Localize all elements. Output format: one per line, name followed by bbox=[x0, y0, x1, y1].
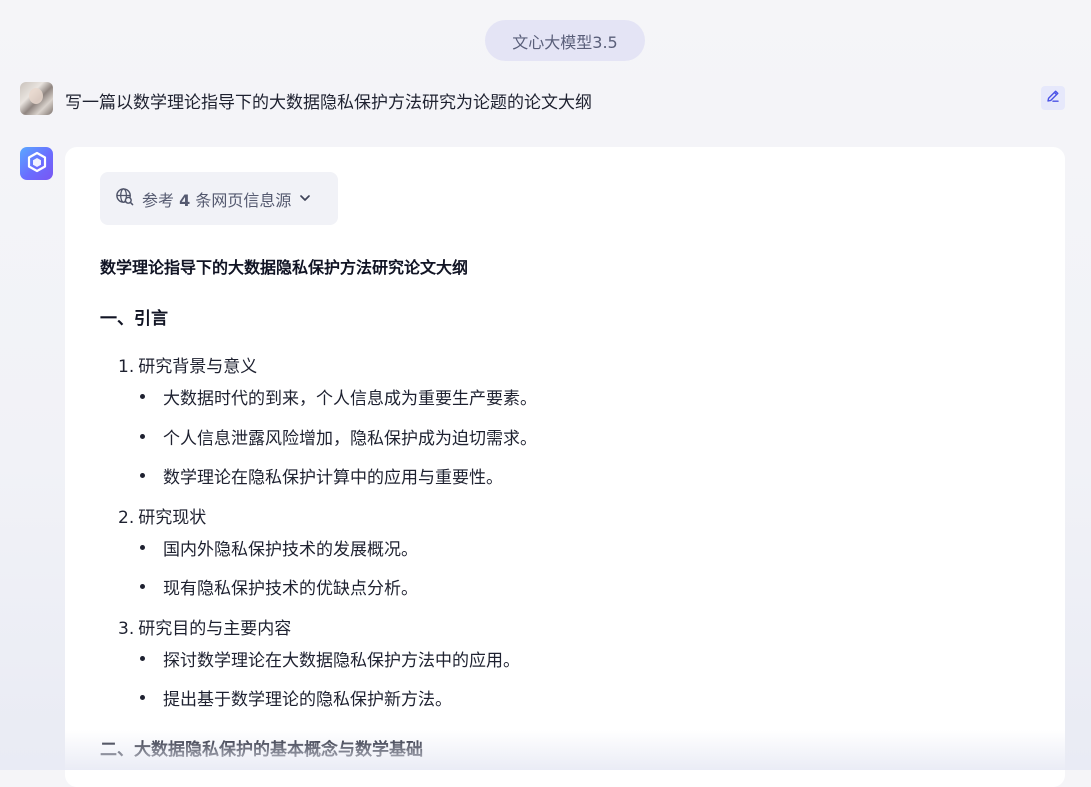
item-number: 2. bbox=[118, 508, 135, 528]
chevron-down-icon bbox=[299, 189, 311, 208]
sources-label: 参考 4 条网页信息源 bbox=[142, 187, 291, 211]
bullet-text: 大数据时代的到来，个人信息成为重要生产要素。 bbox=[163, 389, 537, 409]
sources-prefix: 参考 bbox=[142, 190, 175, 210]
bot-avatar bbox=[20, 147, 53, 180]
section-heading: 一、引言 bbox=[100, 309, 168, 329]
sources-toggle-button[interactable]: 参考 4 条网页信息源 bbox=[100, 172, 338, 225]
sources-count: 4 bbox=[179, 190, 191, 210]
list-item: 大数据时代的到来，个人信息成为重要生产要素。 bbox=[140, 384, 537, 409]
answer-title: 数学理论指导下的大数据隐私保护方法研究论文大纲 bbox=[100, 258, 469, 277]
list-item: 现有隐私保护技术的优缺点分析。 bbox=[140, 574, 418, 599]
bullet-text: 提出基于数学理论的隐私保护新方法。 bbox=[163, 690, 452, 710]
model-selector-label: 文心大模型3.5 bbox=[512, 32, 618, 52]
item-number: 3. bbox=[118, 619, 135, 639]
sources-suffix: 条网页信息源 bbox=[195, 190, 292, 210]
list-item: 数学理论在隐私保护计算中的应用与重要性。 bbox=[140, 463, 503, 488]
item-label: 研究背景与意义 bbox=[138, 357, 258, 377]
bullet-text: 探讨数学理论在大数据隐私保护方法中的应用。 bbox=[163, 651, 520, 671]
bullet-text: 数学理论在隐私保护计算中的应用与重要性。 bbox=[163, 468, 503, 488]
answer-card: 参考 4 条网页信息源 数学理论指导下的大数据隐私保护方法研究论文大纲 一、引言… bbox=[65, 147, 1065, 787]
list-item: 提出基于数学理论的隐私保护新方法。 bbox=[140, 685, 452, 710]
section-heading: 二、大数据隐私保护的基本概念与数学基础 bbox=[100, 740, 423, 760]
list-item: 个人信息泄露风险增加，隐私保护成为迫切需求。 bbox=[140, 424, 537, 449]
user-avatar bbox=[20, 82, 53, 115]
item-number: 1. bbox=[118, 357, 135, 377]
user-message-row: 写一篇以数学理论指导下的大数据隐私保护方法研究为论题的论文大纲 bbox=[20, 82, 1065, 116]
list-item: 探讨数学理论在大数据隐私保护方法中的应用。 bbox=[140, 646, 520, 671]
globe-search-icon bbox=[115, 187, 134, 210]
numbered-item: 2. 研究现状 bbox=[118, 503, 206, 528]
bullet-text: 国内外隐私保护技术的发展概况。 bbox=[163, 540, 418, 560]
edit-message-button[interactable] bbox=[1041, 86, 1065, 110]
user-question-text: 写一篇以数学理论指导下的大数据隐私保护方法研究为论题的论文大纲 bbox=[65, 93, 592, 113]
item-label: 研究现状 bbox=[138, 508, 207, 528]
ernie-bot-logo-icon bbox=[26, 151, 48, 177]
model-selector[interactable]: 文心大模型3.5 bbox=[485, 20, 645, 61]
numbered-item: 1. 研究背景与意义 bbox=[118, 352, 257, 377]
numbered-item: 3. 研究目的与主要内容 bbox=[118, 614, 291, 639]
list-item: 国内外隐私保护技术的发展概况。 bbox=[140, 535, 418, 560]
bullet-text: 个人信息泄露风险增加，隐私保护成为迫切需求。 bbox=[163, 429, 537, 449]
bullet-text: 现有隐私保护技术的优缺点分析。 bbox=[163, 579, 418, 599]
item-label: 研究目的与主要内容 bbox=[138, 619, 292, 639]
pencil-edit-icon bbox=[1045, 88, 1061, 108]
